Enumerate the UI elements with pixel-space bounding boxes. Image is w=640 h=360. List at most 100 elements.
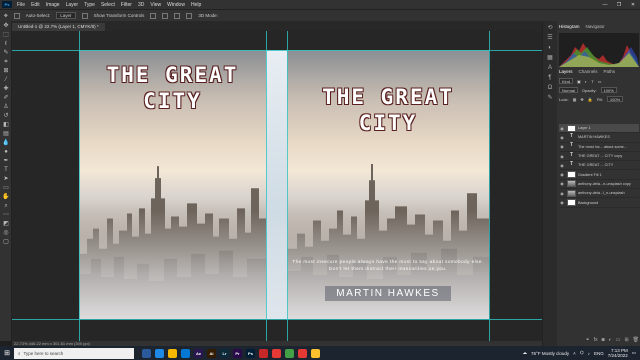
- new-group-icon[interactable]: ▭: [616, 337, 621, 345]
- gradient-tool-icon[interactable]: ▤: [2, 131, 10, 138]
- taskbar-search-box[interactable]: ⌕ Type here to search: [14, 347, 134, 359]
- auto-select-checkbox[interactable]: [13, 12, 20, 19]
- quick-select-tool-icon[interactable]: ✎: [2, 50, 10, 57]
- auto-select-dropdown[interactable]: Layer: [56, 12, 76, 19]
- visibility-eye-icon[interactable]: ◉: [559, 191, 565, 196]
- tab-channels[interactable]: Channels: [579, 69, 598, 74]
- brush-settings-icon[interactable]: ✎: [546, 95, 554, 101]
- marquee-tool-icon[interactable]: ⬚: [2, 32, 10, 39]
- brush-tool-icon[interactable]: ✐: [2, 95, 10, 102]
- clone-stamp-tool-icon[interactable]: ♙: [2, 104, 10, 111]
- filter-type-icon[interactable]: T: [591, 79, 593, 84]
- tab-navigator[interactable]: Navigator: [586, 24, 605, 29]
- weather-icon[interactable]: ☁: [523, 350, 528, 356]
- guide-line[interactable]: [12, 50, 542, 51]
- menu-window[interactable]: Window: [164, 2, 188, 8]
- glyphs-panel-icon[interactable]: Ω: [546, 85, 554, 91]
- photoshop-icon[interactable]: Ps: [246, 348, 255, 358]
- adjustments-panel-icon[interactable]: ◐: [546, 45, 554, 51]
- move-tool-icon[interactable]: ✥: [4, 13, 8, 19]
- clock[interactable]: 7:13 PM 7/24/2022: [608, 348, 628, 358]
- eraser-tool-icon[interactable]: ◧: [2, 122, 10, 129]
- guide-line[interactable]: [266, 31, 267, 341]
- app-icon[interactable]: [298, 348, 307, 358]
- adjustment-layer-icon[interactable]: ◐: [609, 337, 612, 345]
- canvas-workspace[interactable]: THE GREAT CITY THE GREAT CITY The most i…: [12, 31, 542, 341]
- visibility-eye-icon[interactable]: ◉: [559, 126, 565, 131]
- screen-mode-icon[interactable]: ▢: [2, 239, 10, 246]
- lightroom-icon[interactable]: Lr: [220, 348, 229, 358]
- task-view-icon[interactable]: [142, 348, 151, 358]
- filter-shape-icon[interactable]: ▭: [598, 79, 602, 84]
- paragraph-panel-icon[interactable]: ¶: [546, 75, 554, 81]
- lock-all-icon[interactable]: 🔒: [588, 97, 593, 102]
- guide-line[interactable]: [79, 31, 80, 341]
- move-tool-icon[interactable]: ✥: [2, 23, 10, 30]
- file-explorer-icon[interactable]: [168, 348, 177, 358]
- crop-tool-icon[interactable]: ⌗: [2, 59, 10, 66]
- align-center-icon[interactable]: [162, 12, 169, 19]
- layer-row[interactable]: ◉ T THE GREAT ... CITY: [559, 161, 639, 171]
- quick-mask-icon[interactable]: ◎: [2, 230, 10, 237]
- document-canvas[interactable]: THE GREAT CITY THE GREAT CITY The most i…: [79, 50, 489, 319]
- layer-row[interactable]: ◉ Gradient Fill 1: [559, 170, 639, 180]
- layer-row[interactable]: ◉ Layer 1: [559, 124, 639, 134]
- menu-layer[interactable]: Layer: [63, 2, 82, 8]
- frame-tool-icon[interactable]: ⊠: [2, 68, 10, 75]
- menu-file[interactable]: File: [14, 2, 28, 8]
- blend-mode-select[interactable]: Normal: [559, 87, 578, 93]
- visibility-eye-icon[interactable]: ◉: [559, 181, 565, 186]
- layer-row[interactable]: ◉ T MARTIN HAWKES: [559, 133, 639, 143]
- pen-tool-icon[interactable]: ✒: [2, 158, 10, 165]
- app-icon[interactable]: [272, 348, 281, 358]
- healing-brush-tool-icon[interactable]: ✚: [2, 86, 10, 93]
- distribute-icon[interactable]: [186, 12, 193, 19]
- layer-row[interactable]: ◉ T THE GREAT ... CITY copy: [559, 152, 639, 162]
- edge-browser-icon[interactable]: [155, 348, 164, 358]
- visibility-eye-icon[interactable]: ◉: [559, 200, 565, 205]
- menu-type[interactable]: Type: [81, 2, 98, 8]
- layer-filter-kind[interactable]: Kind: [559, 78, 574, 84]
- network-icon[interactable]: ⌬: [580, 350, 584, 356]
- layer-row[interactable]: ◉ anthony-dela...l_n-unsplash: [559, 189, 639, 199]
- photoshop-logo[interactable]: Ps: [2, 1, 12, 8]
- hand-tool-icon[interactable]: ✋: [2, 194, 10, 201]
- rectangle-tool-icon[interactable]: ▭: [2, 185, 10, 192]
- document-tab[interactable]: Untitled-1 @ 22.7% (Layer 1, CMYK/8) *: [12, 23, 105, 31]
- tray-chevron-icon[interactable]: ˄: [573, 351, 576, 356]
- history-panel-icon[interactable]: ⟲: [546, 25, 554, 31]
- close-button[interactable]: ✕: [626, 2, 640, 8]
- blur-tool-icon[interactable]: 💧: [2, 140, 10, 147]
- transform-controls-checkbox[interactable]: [81, 12, 88, 19]
- layer-row[interactable]: ◉ T The most inc... about some...: [559, 143, 639, 152]
- tab-histogram[interactable]: Histogram: [559, 24, 580, 29]
- dodge-tool-icon[interactable]: ●: [2, 149, 10, 156]
- visibility-eye-icon[interactable]: ◉: [559, 172, 565, 177]
- add-mask-icon[interactable]: ◙: [602, 337, 605, 345]
- guide-line[interactable]: [287, 31, 288, 341]
- language-indicator[interactable]: ENG: [594, 351, 604, 356]
- illustrator-icon[interactable]: Ai: [207, 348, 216, 358]
- layer-row[interactable]: ◉ Background: [559, 198, 639, 208]
- notifications-icon[interactable]: ▭: [632, 350, 636, 356]
- properties-panel-icon[interactable]: ☰: [546, 35, 554, 41]
- new-layer-icon[interactable]: ⊞: [624, 337, 628, 345]
- menu-3d[interactable]: 3D: [135, 2, 147, 8]
- eyedropper-tool-icon[interactable]: ⁄: [2, 77, 10, 84]
- app-icon[interactable]: [259, 348, 268, 358]
- opacity-input[interactable]: 100%: [600, 87, 617, 93]
- character-panel-icon[interactable]: A: [546, 65, 554, 71]
- path-select-tool-icon[interactable]: ➤: [2, 176, 10, 183]
- volume-icon[interactable]: ♪: [588, 351, 590, 356]
- fill-input[interactable]: 100%: [606, 96, 624, 102]
- menu-filter[interactable]: Filter: [118, 2, 135, 8]
- app-icon[interactable]: [311, 348, 320, 358]
- filter-adjust-icon[interactable]: ◐: [585, 79, 587, 84]
- menu-image[interactable]: Image: [43, 2, 63, 8]
- lock-position-icon[interactable]: ✥: [580, 97, 583, 102]
- libraries-panel-icon[interactable]: ▦: [546, 55, 554, 61]
- minimize-button[interactable]: —: [598, 2, 612, 8]
- after-effects-icon[interactable]: Ae: [194, 348, 203, 358]
- maximize-button[interactable]: ❐: [612, 2, 626, 8]
- delete-layer-icon[interactable]: 🗑: [633, 337, 639, 345]
